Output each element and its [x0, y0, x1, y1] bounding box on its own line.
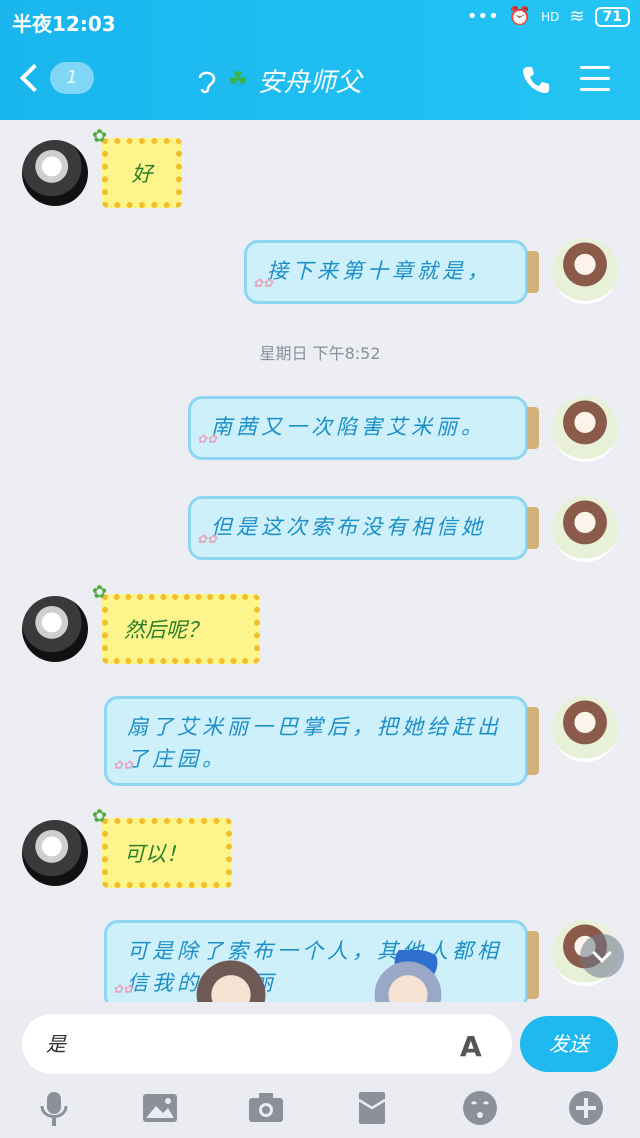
message-text: 然后呢？	[124, 618, 208, 642]
signal-icon: HD	[541, 9, 560, 24]
input-bar: 是 A 发送	[0, 1002, 640, 1138]
bottle-cork	[527, 251, 539, 293]
font-style-icon[interactable]: A	[460, 1030, 482, 1063]
message-bubble-outgoing[interactable]: 可是除了索布一个人，其他人都相信我的艾米丽 ✿✿	[104, 920, 539, 1010]
contact-avatar[interactable]	[22, 820, 88, 886]
bottle-cork	[527, 931, 539, 999]
bottle-cork	[527, 407, 539, 449]
wifi-icon: ≋	[569, 6, 585, 27]
status-time: 半夜12:03	[12, 12, 116, 36]
scroll-to-bottom-button[interactable]	[580, 934, 624, 978]
message-timestamp: 星期日 下午8:52	[259, 344, 381, 363]
unread-badge: 1	[50, 62, 94, 94]
camera-icon[interactable]	[246, 1088, 286, 1128]
page-title: 安舟师父	[257, 68, 362, 98]
message-bubble-incoming[interactable]: 好	[102, 138, 182, 208]
plus-icon[interactable]	[566, 1088, 606, 1128]
more-dots-icon: •••	[466, 6, 499, 27]
message-text: 接下来第十章就是，	[267, 259, 492, 283]
bottle-cork	[527, 707, 539, 775]
image-icon[interactable]	[140, 1088, 180, 1128]
message-text: 扇了艾米丽一巴掌后，把她给赶出了庄园。	[127, 715, 502, 771]
contact-avatar[interactable]	[22, 596, 88, 662]
my-avatar[interactable]	[552, 396, 618, 462]
status-icons: ••• ⏰ HD ≋ 71	[467, 6, 630, 27]
ear-icon	[198, 71, 216, 93]
my-avatar[interactable]	[552, 696, 618, 762]
my-avatar[interactable]	[552, 238, 618, 304]
chevron-down-icon	[592, 943, 612, 963]
send-button[interactable]: 发送	[520, 1016, 618, 1072]
phone-icon[interactable]	[520, 64, 552, 96]
my-avatar[interactable]	[552, 496, 618, 562]
menu-icon[interactable]	[580, 66, 610, 92]
chat-header: 半夜12:03 ••• ⏰ HD ≋ 71 1 ☘ 安舟师父	[0, 0, 640, 120]
flower-icon: ✿✿	[253, 276, 274, 290]
message-text: 可以！	[124, 842, 187, 866]
emoji-icon[interactable]	[460, 1088, 500, 1128]
message-bubble-incoming[interactable]: 然后呢？	[102, 594, 260, 664]
flower-icon: ✿✿	[113, 982, 134, 996]
flower-icon: ✿✿	[197, 432, 218, 446]
flower-icon: ✿✿	[197, 532, 218, 546]
battery-icon: 71	[594, 6, 630, 27]
message-text: 但是这次索布没有相信她	[211, 515, 486, 539]
alarm-icon: ⏰	[508, 6, 532, 27]
message-bubble-outgoing[interactable]: 接下来第十章就是， ✿✿	[244, 240, 539, 304]
clover-icon: ☘	[228, 68, 248, 93]
mic-icon[interactable]	[34, 1088, 74, 1128]
message-bubble-outgoing[interactable]: 但是这次索布没有相信她 ✿✿	[188, 496, 539, 560]
flower-icon: ✿✿	[113, 758, 134, 772]
red-packet-icon[interactable]	[352, 1088, 392, 1128]
back-chevron-icon	[19, 63, 49, 93]
message-bubble-outgoing[interactable]: 南茜又一次陷害艾米丽。 ✿✿	[188, 396, 539, 460]
message-text: 南茜又一次陷害艾米丽。	[211, 415, 486, 439]
bottle-cork	[527, 507, 539, 549]
message-text: 好	[131, 162, 153, 186]
message-input[interactable]: 是	[22, 1014, 512, 1074]
contact-avatar[interactable]	[22, 140, 88, 206]
back-button[interactable]: 1	[19, 62, 94, 94]
message-bubble-outgoing[interactable]: 扇了艾米丽一巴掌后，把她给赶出了庄园。 ✿✿	[104, 696, 539, 786]
chat-title-area[interactable]: ☘ 安舟师父	[196, 62, 362, 99]
message-bubble-incoming[interactable]: 可以！	[102, 818, 232, 888]
